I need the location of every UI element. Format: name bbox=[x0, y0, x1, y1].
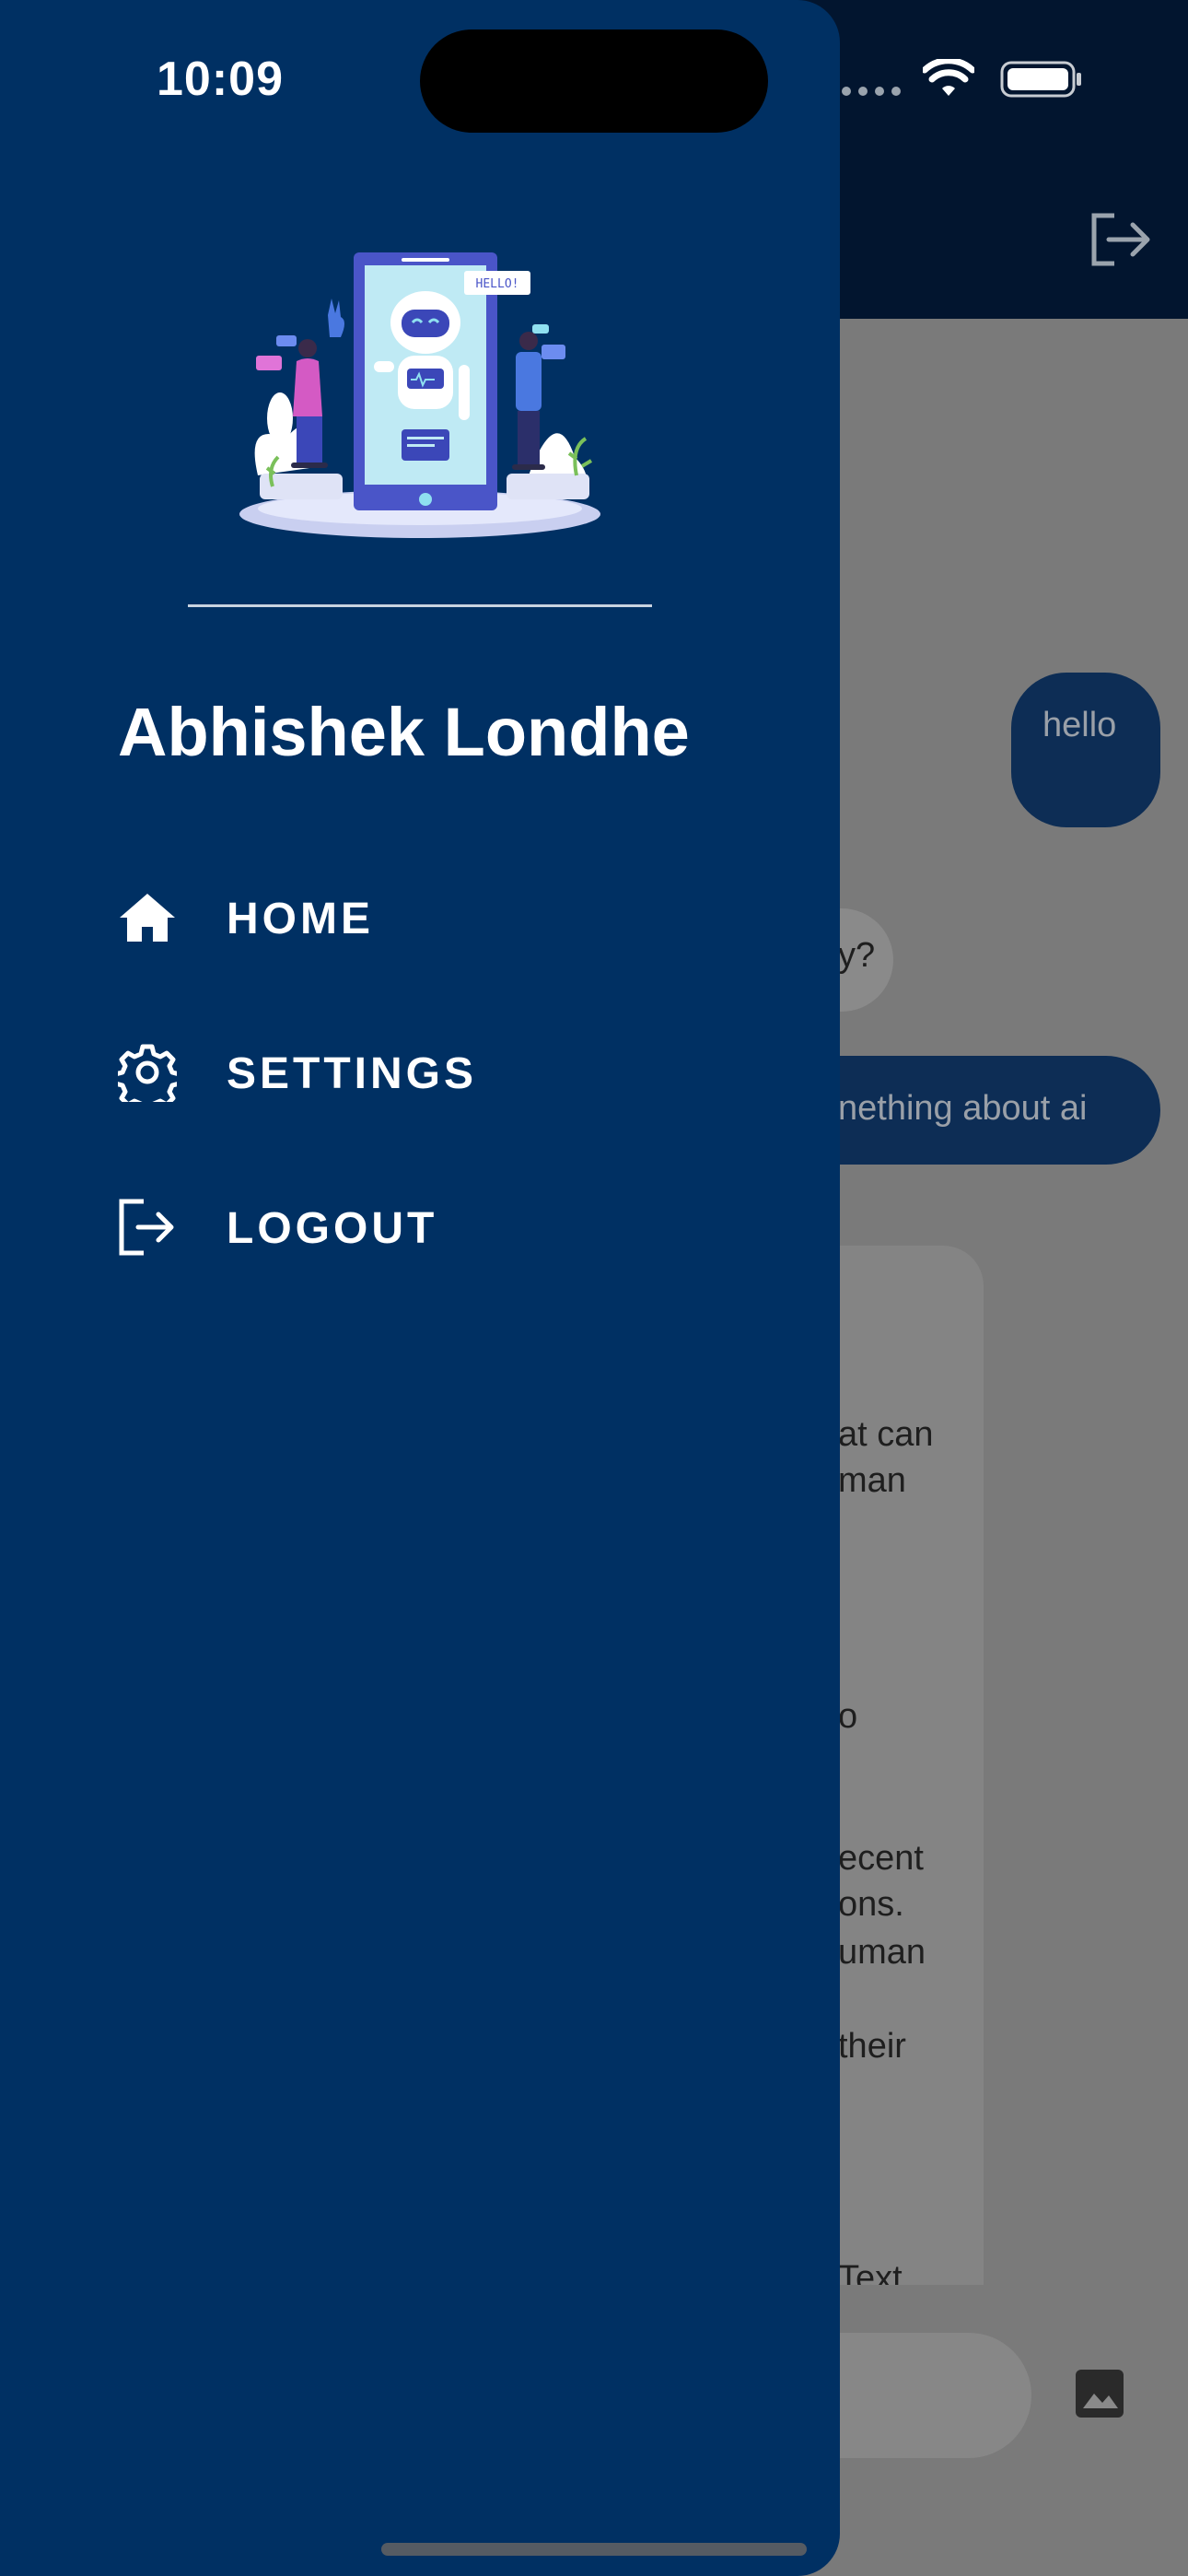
message-line: uman bbox=[838, 1933, 926, 1972]
menu-item-home[interactable]: HOME bbox=[118, 873, 578, 962]
message-text: y? bbox=[838, 936, 876, 975]
robot-illustration: HELLO! bbox=[239, 252, 600, 538]
menu-item-logout[interactable]: LOGOUT bbox=[118, 1183, 578, 1271]
message-line: ecent bbox=[838, 1839, 924, 1878]
menu-item-label: HOME bbox=[227, 895, 374, 943]
menu-item-label: SETTINGS bbox=[227, 1049, 478, 1098]
message-line: Text bbox=[838, 2259, 903, 2285]
drawer-divider bbox=[188, 604, 652, 607]
message-line: ons. bbox=[838, 1885, 904, 1924]
logout-icon[interactable] bbox=[1087, 210, 1153, 269]
gear-icon bbox=[118, 1044, 177, 1102]
message-line: man bbox=[838, 1461, 906, 1500]
message-line: at can bbox=[838, 1415, 934, 1454]
image-icon[interactable] bbox=[1074, 2368, 1125, 2419]
hello-sign: HELLO! bbox=[476, 277, 519, 291]
navigation-drawer: 10:09 HELLO! Abhishek Londhe HOME SETTIN… bbox=[0, 0, 840, 2576]
status-icons bbox=[829, 55, 1096, 103]
message-text: hello bbox=[1042, 706, 1117, 744]
cellular-icon bbox=[842, 87, 903, 96]
home-indicator[interactable] bbox=[381, 2543, 807, 2556]
logout-icon bbox=[119, 1199, 174, 1256]
message-text: nething about ai bbox=[838, 1089, 1088, 1128]
status-time: 10:09 bbox=[157, 53, 284, 106]
user-message-bubble: hello bbox=[1011, 673, 1160, 827]
menu-item-settings[interactable]: SETTINGS bbox=[118, 1028, 578, 1117]
user-name: Abhishek Londhe bbox=[118, 694, 690, 770]
home-icon bbox=[120, 894, 175, 942]
wifi-icon bbox=[923, 59, 974, 96]
battery-icon bbox=[1000, 61, 1081, 98]
message-line: their bbox=[838, 2027, 906, 2066]
dynamic-island bbox=[420, 29, 768, 133]
message-line: o bbox=[838, 1697, 858, 1736]
menu-item-label: LOGOUT bbox=[227, 1204, 438, 1253]
